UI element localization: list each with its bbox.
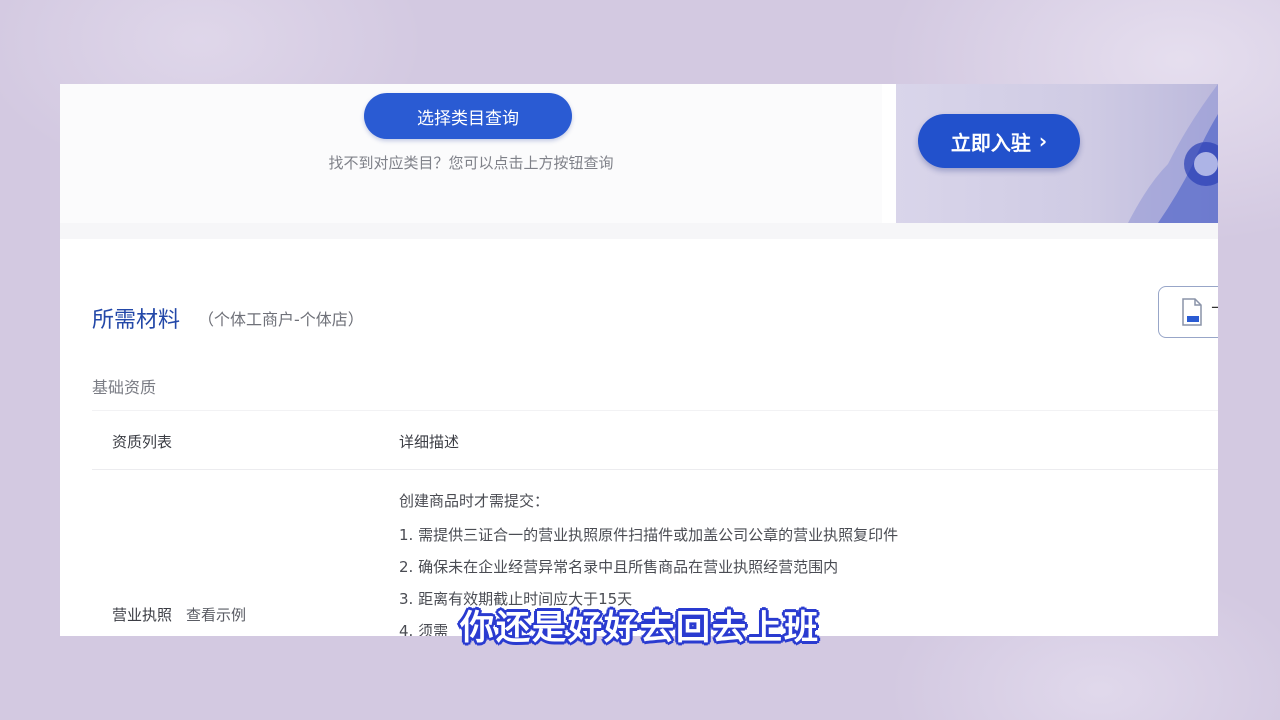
category-hint: 找不到对应类目？您可以点击上方按钮查询 (328, 154, 614, 172)
download-button[interactable]: 下 (1158, 286, 1218, 338)
video-caption: 你还是好好去回去上班 (460, 608, 820, 648)
materials-subtitle: （个体工商户-个体店） (198, 310, 364, 329)
chevron-right-icon: › (1038, 129, 1048, 153)
join-banner: 立即入驻 › (896, 84, 1218, 223)
column-header-description: 详细描述 (399, 433, 460, 451)
section-divider (60, 223, 1218, 239)
materials-title: 所需材料 (92, 308, 181, 333)
description-item: 2. 确保未在企业经营异常名录中且所售商品在营业执照经营范围内 (399, 558, 839, 576)
join-now-label: 立即入驻 (950, 130, 1031, 155)
category-query-button[interactable]: 选择类目查询 (364, 93, 572, 139)
document-icon (1182, 298, 1202, 326)
column-header-qualification: 资质列表 (112, 433, 173, 451)
content-panel: 选择类目查询 找不到对应类目？您可以点击上方按钮查询 立即入驻 › 所需材料 （… (60, 84, 1218, 636)
category-query-area: 选择类目查询 找不到对应类目？您可以点击上方按钮查询 (60, 84, 882, 223)
basic-qualification-heading: 基础资质 (92, 378, 157, 397)
description-intro: 创建商品时才需提交： (399, 492, 550, 510)
download-label: 下 (1211, 300, 1218, 325)
description-item: 1. 需提供三证合一的营业执照原件扫描件或加盖公司公章的营业执照复印件 (399, 526, 899, 544)
table-header: 资质列表 详细描述 (92, 410, 1218, 470)
banner-illustration (1128, 84, 1218, 223)
join-now-button[interactable]: 立即入驻 › (918, 114, 1080, 168)
